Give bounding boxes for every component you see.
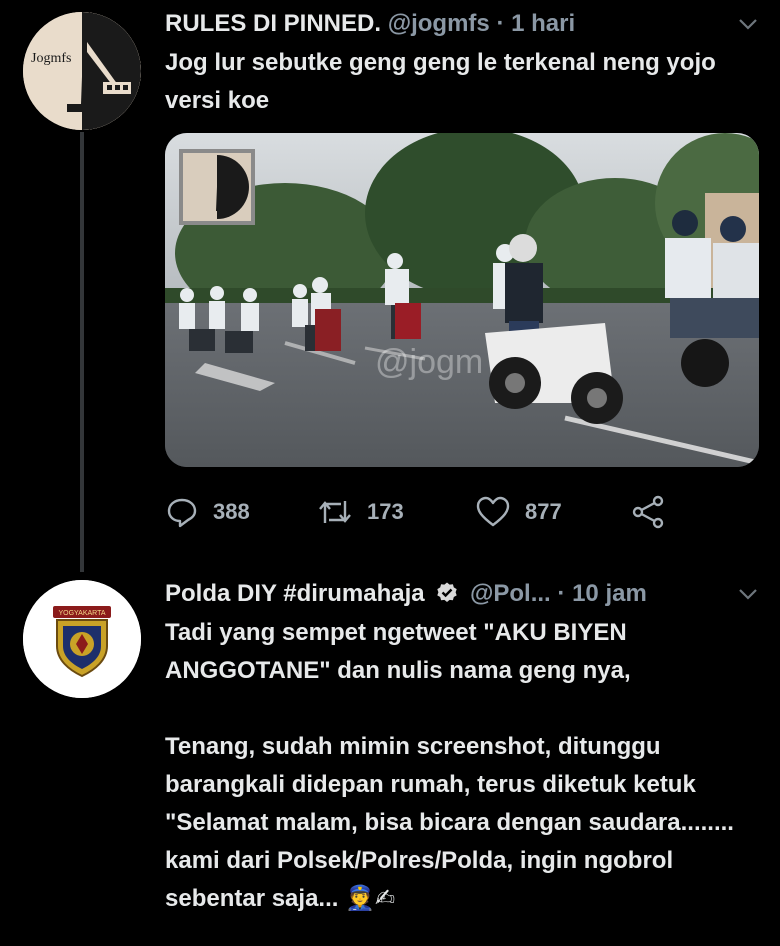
- separator-dot: ·: [557, 580, 566, 607]
- tweet-text: Tadi yang sempet ngetweet "AKU BIYEN ANG…: [165, 614, 750, 918]
- avatar-polda-diy[interactable]: YOGYAKARTA: [23, 580, 141, 698]
- badge-banner-text: YOGYAKARTA: [58, 610, 105, 617]
- display-name[interactable]: Polda DIY #dirumahaja: [165, 580, 425, 607]
- tweet-header: Polda DIY #dirumahaja @Pol... · 10 jam: [165, 576, 760, 612]
- tweet-media-photo[interactable]: @jogm: [165, 133, 759, 467]
- share-button[interactable]: [630, 490, 680, 534]
- tweet-body: Jog lur sebutke geng geng le terkenal ne…: [165, 49, 716, 114]
- timestamp[interactable]: 10 jam: [572, 580, 647, 607]
- retweet-icon: [319, 501, 351, 523]
- heart-icon: [476, 496, 510, 527]
- chevron-down-icon[interactable]: [736, 582, 760, 606]
- reply-count: 388: [213, 499, 250, 524]
- like-count: 877: [525, 499, 562, 524]
- tweet-paragraph-1: Tadi yang sempet ngetweet "AKU BIYEN ANG…: [165, 619, 631, 684]
- like-button[interactable]: 877: [475, 490, 562, 534]
- verified-badge-icon: [437, 582, 458, 602]
- retweet-button[interactable]: 173: [317, 490, 404, 534]
- handle[interactable]: @Pol...: [470, 580, 551, 607]
- share-icon: [632, 495, 664, 529]
- thread-connector-line: [80, 132, 84, 572]
- chevron-down-icon[interactable]: [736, 12, 760, 36]
- tweet-actions: 388 173 877: [165, 490, 685, 534]
- photo-motorbike-convoy: @jogm: [165, 133, 759, 467]
- retweet-count: 173: [367, 499, 404, 524]
- separator-dot: ·: [496, 10, 505, 37]
- handle[interactable]: @jogmfs: [388, 10, 490, 37]
- tweet-header: RULES DI PINNED. @jogmfs · 1 hari: [165, 6, 760, 42]
- tweet-text: Jog lur sebutke geng geng le terkenal ne…: [165, 44, 750, 120]
- reply-icon: [167, 498, 197, 528]
- tweet-paragraph-2-text: Tenang, sudah mimin screenshot, ditunggu…: [165, 733, 734, 912]
- police-badge-icon: YOGYAKARTA: [23, 580, 141, 698]
- police-writing-emoji: 👮✍: [345, 885, 396, 912]
- timestamp[interactable]: 1 hari: [511, 10, 575, 37]
- avatar-jogmfs[interactable]: Jogmfs: [23, 12, 141, 130]
- jogmfs-logo-icon: Jogmfs: [23, 12, 141, 130]
- media-watermark: @jogm: [375, 343, 483, 381]
- tweet-paragraph-2: Tenang, sudah mimin screenshot, ditunggu…: [165, 728, 750, 918]
- display-name[interactable]: RULES DI PINNED.: [165, 10, 381, 37]
- avatar-logo-text: Jogmfs: [31, 51, 71, 66]
- reply-button[interactable]: 388: [165, 490, 250, 534]
